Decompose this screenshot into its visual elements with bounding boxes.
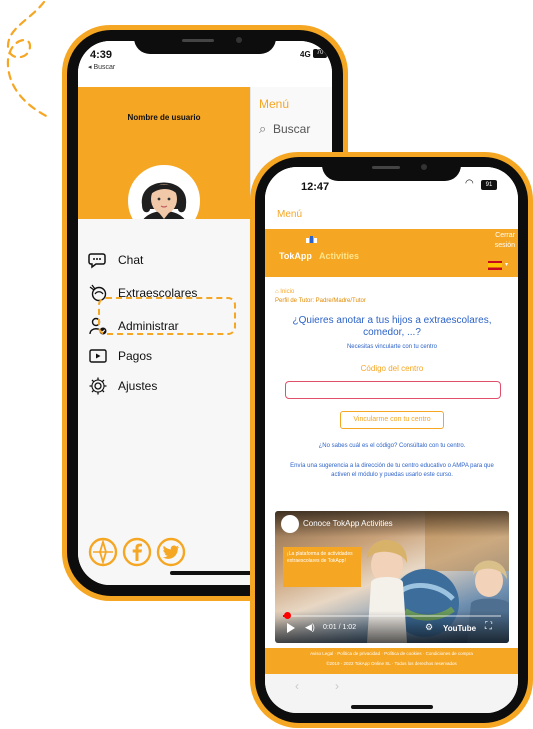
channel-logo-icon[interactable] bbox=[281, 515, 299, 533]
forward-arrow-icon[interactable]: › bbox=[335, 679, 339, 693]
menu-item-label: Ajustes bbox=[118, 379, 158, 393]
breadcrumb-home[interactable]: ⌂ Inicio bbox=[275, 289, 294, 295]
gear-icon[interactable]: ⚙ bbox=[425, 622, 433, 633]
link-required-text: Necesitas vincularte con tu centro bbox=[346, 344, 438, 350]
center-code-input[interactable] bbox=[285, 381, 501, 399]
settings-gear-icon bbox=[89, 377, 107, 395]
breadcrumb-home-label: Inicio bbox=[280, 289, 295, 295]
volume-icon[interactable]: ◀) bbox=[305, 622, 315, 633]
footer-copyright: ©2019 - 2022 TokApp Online SL · Todos lo… bbox=[326, 661, 457, 666]
drawer-body bbox=[78, 219, 250, 585]
logo-text-tokapp: TokApp bbox=[279, 251, 312, 261]
video-title[interactable]: Conoce TokApp Activities bbox=[303, 519, 393, 528]
spain-flag-icon[interactable] bbox=[488, 261, 502, 270]
video-progress-track[interactable] bbox=[283, 615, 501, 617]
chat-bubble-icon bbox=[88, 253, 106, 269]
back-to-search-link[interactable]: ◂ Buscar bbox=[88, 63, 115, 71]
video-time: 0:01 / 1:02 bbox=[323, 624, 357, 631]
tokapp-logo-icon bbox=[306, 236, 317, 243]
enroll-question-heading: ¿Quieres anotar a tus hijos a extraescol… bbox=[292, 315, 492, 338]
search-button[interactable]: Buscar bbox=[273, 122, 310, 136]
home-indicator[interactable] bbox=[351, 705, 433, 709]
youtube-logo[interactable]: YouTube bbox=[443, 624, 476, 633]
battery-icon: 70 bbox=[313, 49, 327, 58]
phone-notch bbox=[322, 157, 461, 181]
back-arrow-icon[interactable]: ‹ bbox=[295, 679, 299, 693]
battery-icon: 91 bbox=[481, 180, 497, 190]
status-time: 4:39 bbox=[90, 49, 113, 61]
video-player[interactable]: Conoce TokApp Activities ¡La plataforma … bbox=[275, 511, 509, 643]
twitter-icon[interactable] bbox=[156, 537, 186, 567]
chevron-down-icon[interactable]: ▾ bbox=[505, 261, 508, 268]
speaker-grille bbox=[182, 39, 214, 42]
dashed-doodle-decoration bbox=[6, 0, 52, 120]
link-center-button[interactable]: Vincularme con tu centro bbox=[340, 411, 444, 429]
username-label: Nombre de usuario bbox=[127, 113, 201, 122]
extraescolares-highlight-frame bbox=[98, 297, 236, 335]
home-indicator[interactable] bbox=[170, 571, 260, 575]
front-camera bbox=[236, 37, 242, 43]
compass-icon[interactable] bbox=[88, 537, 118, 567]
status-time: 12:47 bbox=[301, 181, 330, 193]
speaker-grille bbox=[372, 166, 400, 169]
center-code-label: Código del centro bbox=[360, 364, 424, 373]
menu-item-label: Chat bbox=[118, 253, 144, 267]
footer-links[interactable]: Aviso Legal · Política de privacidad · P… bbox=[265, 651, 518, 656]
front-camera bbox=[421, 164, 427, 170]
search-icon[interactable]: ⌕ bbox=[259, 121, 266, 137]
payment-icon bbox=[89, 349, 107, 363]
play-icon[interactable] bbox=[287, 623, 295, 633]
phone-screen-right: 12:47 ◠ 91 Menú TokApp Activities Cerrar… bbox=[265, 167, 518, 713]
code-help-link[interactable]: ¿No sabes cuál es el código? Consúltalo … bbox=[285, 443, 499, 449]
facebook-icon[interactable] bbox=[122, 537, 152, 567]
video-promo-text: ¡La plataforma de actividades extraescol… bbox=[287, 551, 353, 564]
suggestion-text: Envía una sugerencia a la dirección de t… bbox=[290, 463, 494, 478]
logo-text-activities: Activities bbox=[319, 251, 360, 261]
menu-item-label: Pagos bbox=[118, 349, 153, 363]
side-menu-title: Menú bbox=[259, 97, 290, 111]
breadcrumb: Perfil de Tutor: Padre/Madre/Tutor bbox=[275, 298, 366, 304]
fullscreen-icon[interactable]: ⛶ bbox=[485, 621, 492, 632]
menu-link[interactable]: Menú bbox=[277, 209, 302, 220]
signal-indicator: 4G bbox=[300, 50, 311, 59]
wifi-icon: ◠ bbox=[465, 178, 474, 189]
phone-mockup-right: 12:47 ◠ 91 Menú TokApp Activities Cerrar… bbox=[250, 152, 533, 728]
logout-link[interactable]: Cerrar sesión bbox=[483, 231, 515, 251]
phone-notch bbox=[134, 30, 276, 54]
